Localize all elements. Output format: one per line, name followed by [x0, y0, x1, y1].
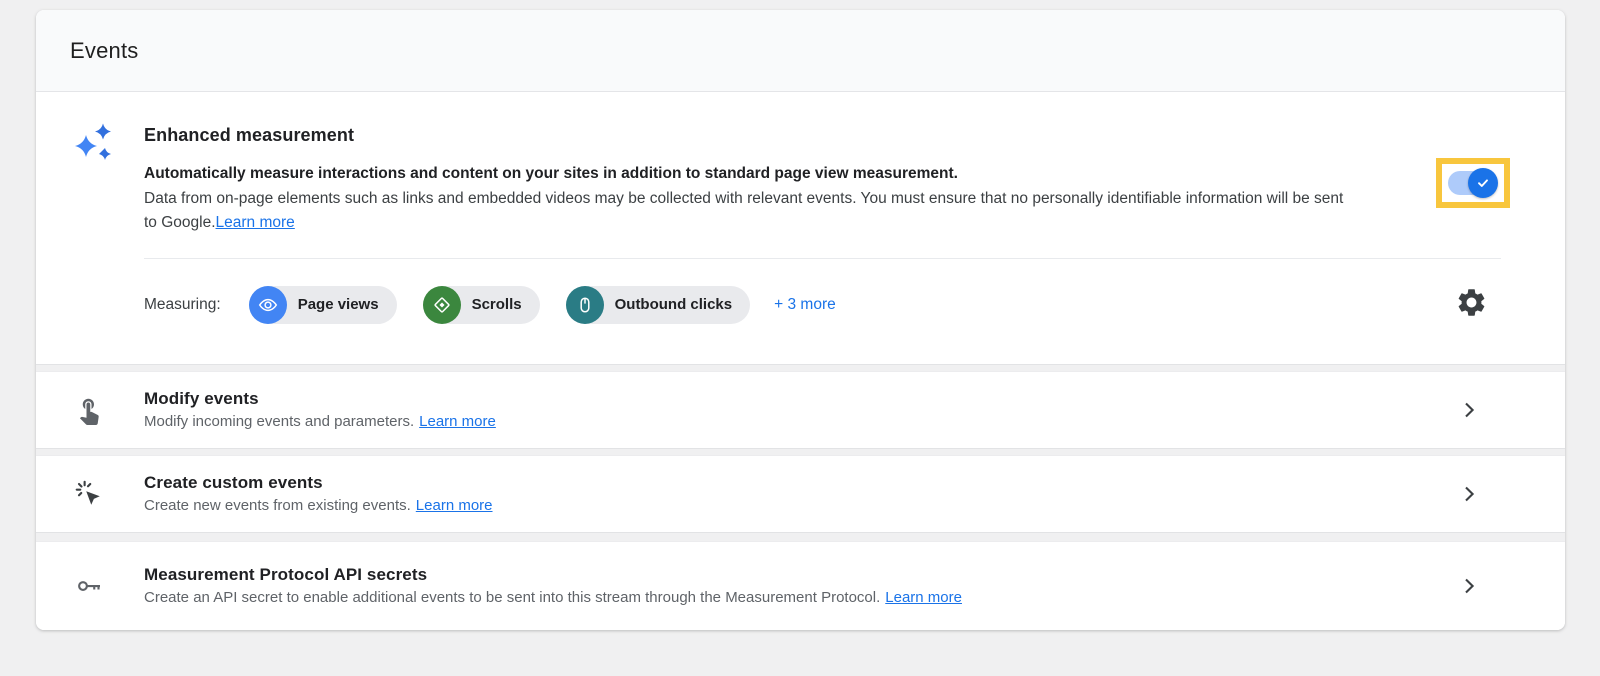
chip-label: Scrolls	[472, 296, 522, 313]
key-icon	[72, 571, 144, 601]
row-title: Modify events	[144, 389, 1457, 409]
description-secondary: Data from on-page elements such as links…	[144, 190, 1343, 232]
modify-events-learn-more-link[interactable]: Learn more	[419, 413, 496, 430]
section-divider	[144, 258, 1501, 259]
chevron-right-icon	[1457, 574, 1481, 598]
chevron-right-icon	[1457, 482, 1481, 506]
create-custom-events-row[interactable]: Create custom events Create new events f…	[36, 456, 1565, 532]
more-chips-link[interactable]: + 3 more	[774, 296, 836, 314]
touch-icon	[72, 395, 144, 425]
enhanced-measurement-description: Automatically measure interactions and c…	[144, 162, 1354, 236]
toggle-thumb-check-icon	[1468, 168, 1498, 198]
enhanced-measurement-toggle[interactable]	[1436, 158, 1510, 208]
cursor-click-icon	[72, 479, 144, 509]
measurement-protocol-api-secrets-row[interactable]: Measurement Protocol API secrets Create …	[36, 542, 1565, 630]
chip-page-views: Page views	[249, 286, 397, 324]
modify-events-row[interactable]: Modify events Modify incoming events and…	[36, 372, 1565, 448]
chevron-right-icon	[1457, 398, 1481, 422]
mouse-icon	[566, 286, 604, 324]
chip-scrolls: Scrolls	[423, 286, 540, 324]
row-description: Create an API secret to enable additiona…	[144, 589, 1457, 606]
chip-label: Outbound clicks	[615, 296, 733, 313]
section-gap	[36, 532, 1565, 542]
enhanced-measurement-settings-button[interactable]	[1454, 288, 1488, 322]
gear-icon	[1455, 286, 1488, 324]
enhanced-measurement-section: Enhanced measurement Automatically measu…	[36, 92, 1565, 364]
eye-icon	[249, 286, 287, 324]
enhanced-measurement-title: Enhanced measurement	[144, 118, 1565, 146]
description-primary: Automatically measure interactions and c…	[144, 165, 958, 182]
row-description: Create new events from existing events.L…	[144, 497, 1457, 514]
page-title: Events	[36, 10, 1565, 92]
row-title: Create custom events	[144, 473, 1457, 493]
chip-outbound-clicks: Outbound clicks	[566, 286, 751, 324]
create-custom-events-learn-more-link[interactable]: Learn more	[416, 497, 493, 514]
scroll-icon	[423, 286, 461, 324]
measuring-label: Measuring:	[144, 296, 221, 314]
row-title: Measurement Protocol API secrets	[144, 565, 1457, 585]
enhanced-learn-more-link[interactable]: Learn more	[216, 214, 295, 231]
section-gap	[36, 448, 1565, 456]
row-description: Modify incoming events and parameters.Le…	[144, 413, 1457, 430]
sparkle-icon	[72, 151, 116, 168]
measurement-protocol-learn-more-link[interactable]: Learn more	[885, 589, 962, 606]
chip-label: Page views	[298, 296, 379, 313]
events-settings-card: Events Enhanced measurement Automaticall…	[36, 10, 1565, 630]
measuring-row: Measuring: Page views	[144, 286, 1565, 324]
section-gap	[36, 364, 1565, 372]
